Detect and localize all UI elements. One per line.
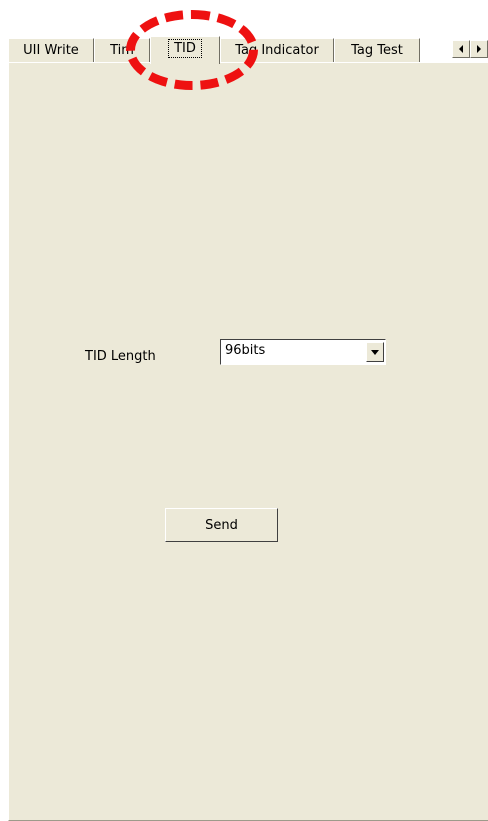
tid-length-select[interactable]: 96bits — [220, 339, 386, 365]
send-button-label: Send — [205, 517, 238, 533]
tab-uii-write-label: UII Write — [23, 43, 79, 58]
tid-length-value: 96bits — [225, 343, 266, 358]
tab-tid[interactable]: TID — [150, 36, 220, 64]
chevron-down-icon — [371, 349, 379, 355]
tab-tag-indicator-label: Tag Indicator — [235, 43, 319, 58]
tab-tid-label: TID — [168, 39, 202, 58]
tab-strip: UII Write Tim TID Tag Indicator Tag Test — [0, 0, 488, 64]
tab-tag-test-label: Tag Test — [351, 43, 403, 58]
tid-tab-panel: TID Length 96bits Send — [8, 62, 488, 821]
tab-scroll-left-button[interactable] — [452, 40, 470, 58]
tab-tim[interactable]: Tim — [94, 38, 150, 62]
tab-scroll-right-button[interactable] — [470, 40, 488, 58]
send-button[interactable]: Send — [165, 508, 278, 542]
dropdown-button[interactable] — [366, 342, 384, 362]
tab-uii-write[interactable]: UII Write — [8, 38, 94, 62]
tab-tim-label: Tim — [110, 43, 134, 58]
tab-tag-test[interactable]: Tag Test — [334, 38, 420, 62]
tid-length-label: TID Length — [85, 349, 156, 364]
arrow-right-icon — [477, 45, 481, 53]
tab-tag-indicator[interactable]: Tag Indicator — [220, 38, 334, 62]
arrow-left-icon — [459, 45, 463, 53]
